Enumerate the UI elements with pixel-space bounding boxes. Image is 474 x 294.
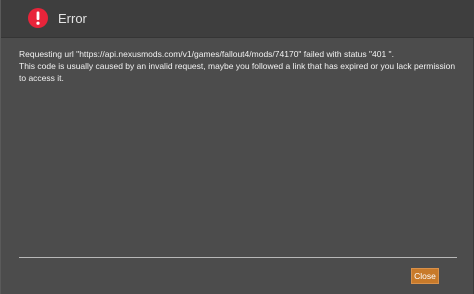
exclamation-circle-icon — [27, 7, 49, 29]
error-message-line: Requesting url "https://api.nexusmods.co… — [19, 49, 394, 59]
dialog-header: Error — [1, 0, 474, 38]
dialog-title: Error — [58, 11, 87, 26]
close-button[interactable]: Close — [411, 268, 439, 284]
dialog-message: Requesting url "https://api.nexusmods.co… — [19, 48, 459, 84]
error-dialog: Error Requesting url "https://api.nexusm… — [0, 0, 474, 294]
error-explanation: This code is usually caused by an invali… — [19, 61, 456, 83]
footer-divider — [19, 257, 457, 258]
